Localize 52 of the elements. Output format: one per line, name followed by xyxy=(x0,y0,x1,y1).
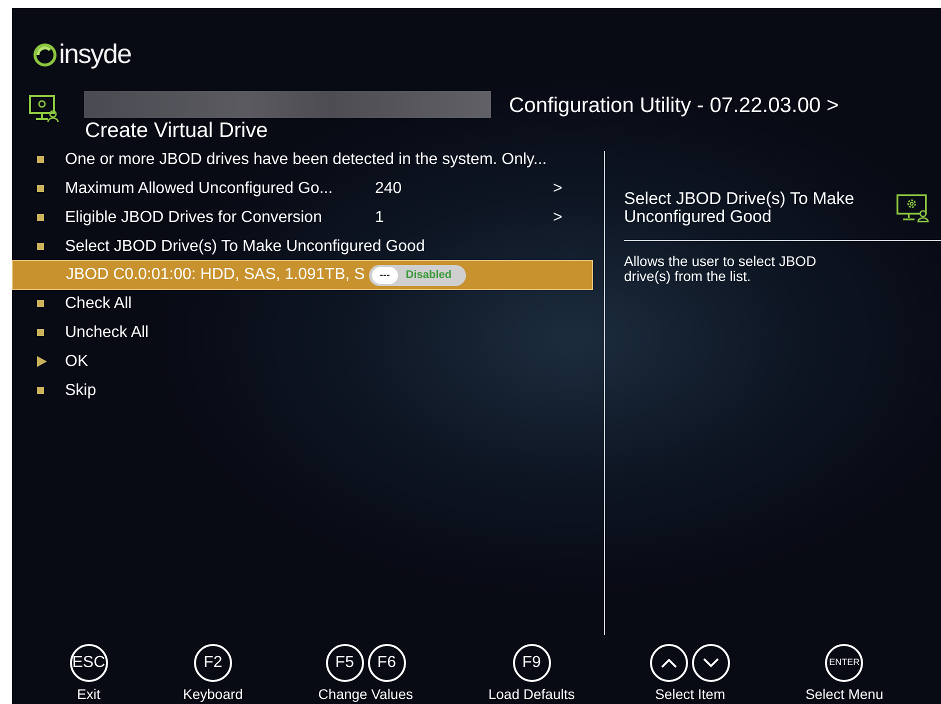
chevron-down-icon xyxy=(702,657,720,669)
menu-item[interactable]: Maximum Allowed Unconfigured Go... 240 > xyxy=(12,174,593,203)
menu-label: OK xyxy=(65,352,90,372)
key-hint: F6 xyxy=(368,644,406,682)
menu-item[interactable]: Select JBOD Drive(s) To Make Unconfigured Good xyxy=(12,232,593,261)
menu-label: One or more JBOD drives have been detected in the system. Only... xyxy=(65,150,547,170)
key-hint: ESC xyxy=(70,644,108,682)
key-caption: Exit xyxy=(77,685,100,704)
key-caption: Change Values xyxy=(318,685,413,704)
logo-text: insyde xyxy=(59,38,132,71)
submenu-arrow: > xyxy=(553,178,564,198)
bullet-icon xyxy=(37,387,44,394)
menu-item[interactable]: Eligible JBOD Drives for Conversion 1 > xyxy=(12,203,593,232)
bullet-icon xyxy=(37,214,44,221)
menu-label: Check All xyxy=(65,294,133,314)
help-title: Select JBOD Drive(s) To Make Unconfigured Good xyxy=(624,190,856,226)
bullet-icon xyxy=(37,329,44,336)
menu-label: Skip xyxy=(65,380,98,400)
utility-title: Configuration Utility - 07.22.03.00 > xyxy=(509,93,839,119)
key-hint: F2 xyxy=(194,644,232,682)
key-caption: Select Menu xyxy=(805,685,884,704)
menu-item[interactable]: OK xyxy=(12,347,593,376)
menu-label: Select JBOD Drive(s) To Make Unconfigured Good xyxy=(65,236,425,256)
monitor-user-icon xyxy=(29,95,59,123)
key-hint: ENTER xyxy=(825,644,864,682)
menu-item[interactable]: Uncheck All xyxy=(12,318,593,347)
arrow-bullet-icon xyxy=(37,356,47,367)
bullet-icon xyxy=(37,243,44,250)
key-hint: F5 xyxy=(326,644,364,682)
key-caption: Select Item xyxy=(655,685,726,704)
submenu-arrow: > xyxy=(553,208,564,228)
toggle-switch[interactable]: --- Disabled xyxy=(368,264,466,286)
key-caption: Load Defaults xyxy=(488,685,575,704)
menu-item[interactable]: One or more JBOD drives have been detected in the system. Only... xyxy=(12,145,593,174)
menu-value: 1 xyxy=(375,208,385,228)
menu-item[interactable]: Check All xyxy=(12,289,593,318)
page-title: Create Virtual Drive xyxy=(85,118,268,144)
menu-label: Maximum Allowed Unconfigured Go... xyxy=(65,178,334,198)
menu-label: Uncheck All xyxy=(65,322,150,342)
logo-icon xyxy=(32,41,58,68)
menu-item[interactable]: JBOD C0.0:01:00: HDD, SAS, 1.091TB, S --- Disabled xyxy=(12,260,593,290)
key-caption: Keyboard xyxy=(183,685,243,704)
menu-value: 240 xyxy=(375,178,403,198)
menu-item[interactable]: Skip xyxy=(12,376,593,405)
bullet-icon xyxy=(37,156,44,163)
key-hint: F9 xyxy=(512,644,551,682)
chevron-up-icon xyxy=(660,657,678,669)
menu-label: JBOD C0.0:01:00: HDD, SAS, 1.091TB, S xyxy=(66,265,365,285)
bullet-icon xyxy=(37,300,44,307)
bullet-icon xyxy=(37,185,44,192)
help-text: Allows the user to select JBOD drive(s) from the list. xyxy=(624,254,818,284)
menu-label: Eligible JBOD Drives for Conversion xyxy=(65,208,323,228)
